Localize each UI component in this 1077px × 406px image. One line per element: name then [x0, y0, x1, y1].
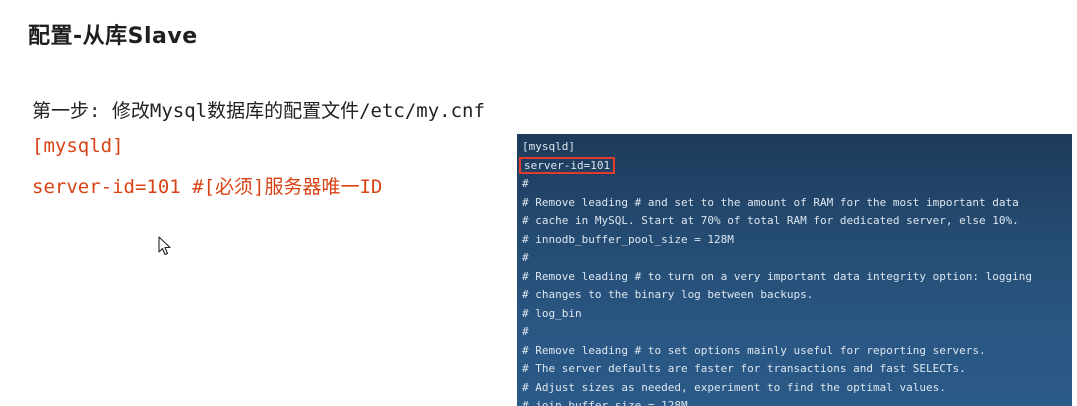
terminal-line: # Remove leading # to turn on a very imp…	[522, 269, 1032, 283]
terminal-line: [mysqld]	[522, 140, 575, 153]
terminal-line: # innodb_buffer_pool_size = 128M	[522, 232, 734, 246]
terminal-line: # changes to the binary log between back…	[522, 288, 814, 301]
mouse-pointer-icon	[158, 236, 171, 256]
terminal-line: # Remove leading # to set options mainly…	[522, 343, 986, 357]
terminal-line: # cache in MySQL. Start at 70% of total …	[522, 214, 1019, 227]
terminal-line-highlighted: server-id=101	[519, 156, 1032, 176]
server-id-highlight: server-id=101	[519, 156, 616, 174]
terminal-line: #	[522, 325, 529, 338]
terminal-line: #	[522, 251, 529, 264]
terminal-lines: [mysqld] server-id=101 # # Remove leadin…	[519, 138, 1032, 406]
terminal-line: # The server defaults are faster for tra…	[522, 362, 966, 375]
terminal-screenshot: [mysqld] server-id=101 # # Remove leadin…	[517, 134, 1072, 406]
config-server-id-line: server-id=101 #[必须]服务器唯一ID	[32, 176, 383, 198]
terminal-line: # join_buffer_size = 128M	[522, 399, 688, 406]
terminal-line: # Remove leading # and set to the amount…	[522, 195, 1019, 209]
terminal-line: #	[522, 177, 529, 190]
config-section-line: [mysqld]	[32, 135, 124, 157]
terminal-line: # Adjust sizes as needed, experiment to …	[522, 380, 946, 394]
terminal-line: # log_bin	[522, 306, 582, 320]
page-title: 配置-从库Slave	[28, 24, 198, 49]
step-instruction: 第一步: 修改Mysql数据库的配置文件/etc/my.cnf	[32, 100, 485, 122]
